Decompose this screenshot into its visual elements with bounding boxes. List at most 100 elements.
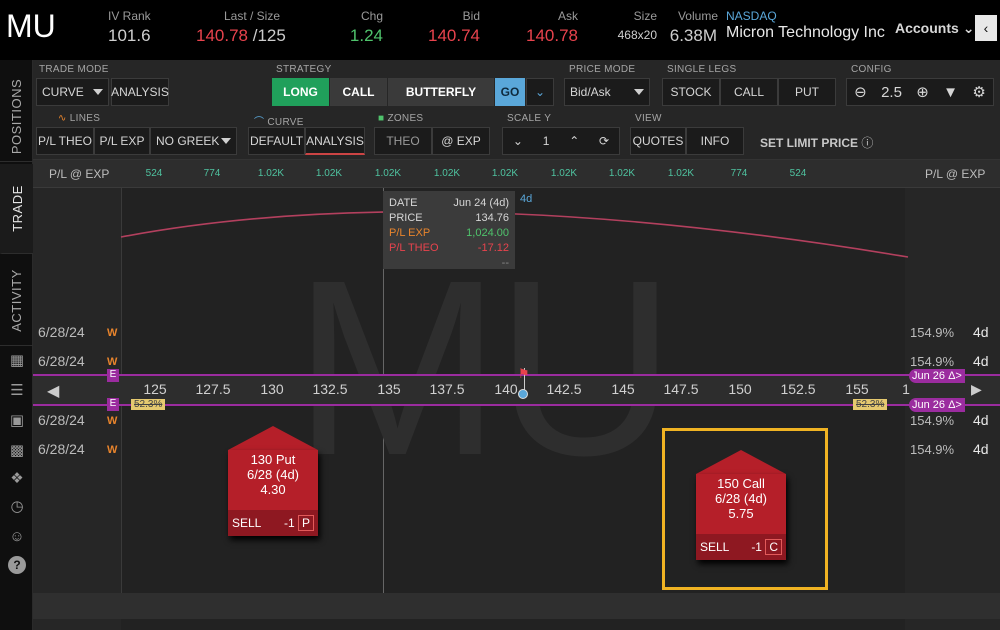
analysis-button[interactable]: ANALYSIS: [111, 78, 169, 106]
grid-icon[interactable]: ❖: [8, 470, 26, 488]
list-icon[interactable]: ☰: [8, 382, 26, 400]
strike-label[interactable]: 130: [247, 381, 297, 397]
call-type-badge: C: [765, 539, 782, 555]
row-days: 4d: [973, 441, 989, 457]
curve-analysis-button[interactable]: ANALYSIS: [305, 127, 365, 155]
default-button[interactable]: DEFAULT: [248, 127, 305, 155]
volume-value: 6.38M: [669, 26, 717, 45]
lines-label: ∿ LINES: [58, 113, 100, 124]
info-button[interactable]: INFO: [686, 127, 744, 155]
at-exp-button[interactable]: @ EXP: [432, 127, 490, 155]
scale-up-icon[interactable]: ⌃: [569, 134, 579, 148]
strategy-label: STRATEGY: [276, 64, 332, 75]
theo-button[interactable]: THEO: [374, 127, 432, 155]
strike-label[interactable]: 150: [715, 381, 765, 397]
zoom-out-icon[interactable]: ⊖: [854, 83, 867, 101]
tab-positions[interactable]: POSITIONS: [0, 72, 33, 162]
chart-icon[interactable]: ▦: [8, 352, 26, 370]
row-date: 6/28/24: [38, 324, 85, 340]
put-order-card[interactable]: 130 Put 6/28 (4d) 4.30 SELL -1 P: [228, 450, 318, 536]
strike-label[interactable]: 142.5: [539, 381, 589, 397]
set-limit-label: SET LIMIT PRICE: [760, 136, 859, 150]
call-qty[interactable]: -1: [751, 540, 762, 554]
breakeven-left-tag: 52.3%: [131, 399, 166, 410]
zones-label-text: ZONES: [387, 113, 424, 124]
row-date: 6/28/24: [38, 412, 85, 428]
help-icon[interactable]: ?: [8, 556, 26, 574]
scale-y-value: 1: [542, 134, 550, 148]
row-days: 4d: [973, 412, 989, 428]
help-circle-icon[interactable]: ⓘ: [861, 136, 873, 150]
strike-label[interactable]: 1: [881, 381, 931, 397]
call-card-roof: [696, 450, 786, 474]
accounts-button[interactable]: Accounts ⌄: [895, 20, 974, 37]
row-days: 4d: [973, 324, 989, 340]
trade-mode-value: CURVE: [42, 85, 84, 99]
put-button[interactable]: PUT: [778, 78, 836, 106]
reset-icon[interactable]: ⟳: [599, 134, 609, 148]
set-limit-price[interactable]: SET LIMIT PRICE ⓘ: [760, 134, 873, 151]
pl-value: 1.02K: [315, 168, 343, 179]
zoom-in-icon[interactable]: ⊕: [916, 83, 929, 101]
collapse-left-icon[interactable]: ‹: [975, 15, 997, 41]
strike-label[interactable]: 125: [130, 381, 180, 397]
dropdown-arrow-icon: [93, 89, 103, 95]
strike-label[interactable]: 135: [364, 381, 414, 397]
price-marker[interactable]: [518, 389, 528, 399]
strategy-chevron-icon[interactable]: ⌄: [526, 78, 554, 106]
strike-label[interactable]: 127.5: [188, 381, 238, 397]
heatmap-icon[interactable]: ▩: [8, 442, 26, 460]
trade-mode-select[interactable]: CURVE: [36, 78, 109, 106]
tab-trade[interactable]: TRADE: [0, 164, 33, 254]
strike-label[interactable]: 152.5: [773, 381, 823, 397]
tooltip-pl-theo-label: P/L THEO: [389, 242, 439, 254]
bid-value[interactable]: 140.74: [420, 26, 480, 46]
gauge-icon[interactable]: ◷: [8, 498, 26, 516]
no-greek-select[interactable]: NO GREEK: [150, 127, 237, 155]
strike-label[interactable]: 145: [598, 381, 648, 397]
weekly-badge: W: [107, 444, 118, 456]
scale-down-icon[interactable]: ⌄: [513, 134, 523, 148]
strike-label[interactable]: 137.5: [422, 381, 472, 397]
scale-y-label: SCALE Y: [507, 113, 552, 124]
call-button[interactable]: CALL: [330, 78, 387, 106]
people-icon[interactable]: ☺: [8, 528, 26, 546]
pl-exp-button[interactable]: P/L EXP: [94, 127, 150, 155]
filter-icon[interactable]: ▼: [943, 84, 958, 101]
curve-label: ⌒ CURVE: [254, 113, 304, 128]
call-order-card[interactable]: 150 Call 6/28 (4d) 5.75 SELL -1 C: [696, 474, 786, 560]
put-side[interactable]: SELL: [232, 516, 261, 530]
strike-label[interactable]: 147.5: [656, 381, 706, 397]
go-button[interactable]: GO: [495, 78, 525, 106]
stock-button[interactable]: STOCK: [662, 78, 720, 106]
gear-icon[interactable]: ⚙: [972, 83, 985, 101]
scroll-right-icon[interactable]: ▶: [971, 381, 982, 398]
tab-activity[interactable]: ACTIVITY: [0, 256, 33, 346]
butterfly-button[interactable]: BUTTERFLY: [388, 78, 494, 106]
call-title: 150 Call: [717, 476, 765, 491]
tv-icon[interactable]: ▣: [8, 412, 26, 430]
leg-call-button[interactable]: CALL: [720, 78, 778, 106]
jun26-marker[interactable]: Jun 26 Δ>: [909, 369, 965, 383]
call-side[interactable]: SELL: [700, 540, 729, 554]
put-qty[interactable]: -1: [284, 516, 295, 530]
pl-value: 1.02K: [491, 168, 519, 179]
ask-value[interactable]: 140.78: [518, 26, 578, 46]
tooltip-dash: --: [501, 257, 509, 269]
strike-label[interactable]: 132.5: [305, 381, 355, 397]
tooltip-price: 134.76: [475, 212, 509, 224]
pl-value: 1.02K: [667, 168, 695, 179]
symbol[interactable]: MU: [6, 8, 56, 45]
analysis-plot[interactable]: MU DATE Jun 24 (4d) PRICE 134.76 P/L EXP 1,…: [33, 188, 1000, 630]
strike-label[interactable]: 155: [832, 381, 882, 397]
quotes-button[interactable]: QUOTES: [630, 127, 686, 155]
jun26-marker[interactable]: Jun 26 Δ>: [909, 398, 965, 412]
price-mode-select[interactable]: Bid/Ask: [564, 78, 650, 106]
pl-theo-button[interactable]: P/L THEO: [36, 127, 94, 155]
scroll-left-icon[interactable]: ◀: [47, 381, 59, 401]
long-button[interactable]: LONG: [272, 78, 329, 106]
toolbar: TRADE MODE CURVE ANALYSIS STRATEGY LONG …: [33, 60, 1000, 160]
pl-value: 1.02K: [608, 168, 636, 179]
pl-value: 524: [789, 168, 807, 179]
expiration-marker: E: [107, 369, 119, 382]
